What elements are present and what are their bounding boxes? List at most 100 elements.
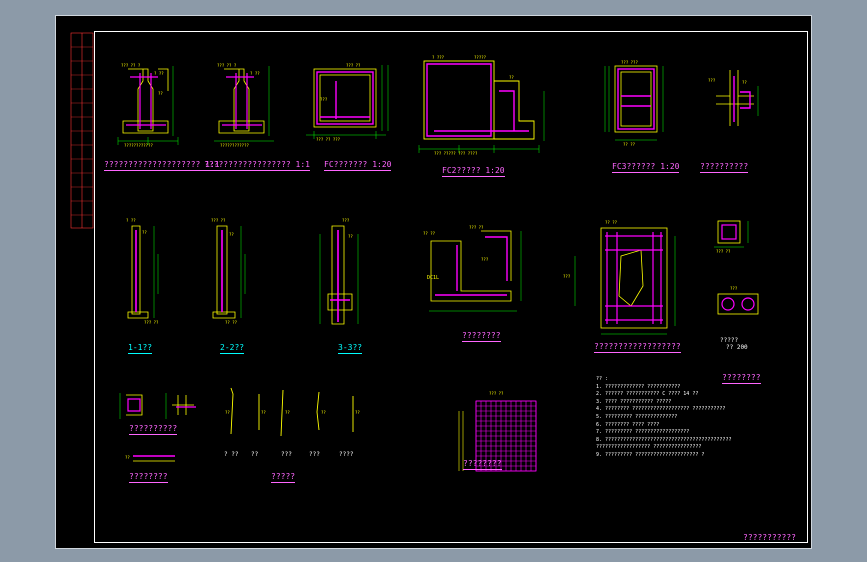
svg-text:??? ??: ??? ?? — [144, 320, 159, 325]
svg-text:???: ??? — [563, 274, 571, 279]
label-fc2-scale: 1:20 — [485, 166, 505, 175]
label-dc1l: ???????? — [462, 331, 501, 342]
label-mesh: ???????? — [463, 459, 502, 470]
note-line: 6. ???????? ???? ???? — [596, 421, 660, 428]
svg-text:???: ??? — [481, 257, 489, 262]
svg-text:? ??: ? ?? — [250, 71, 260, 76]
svg-text:???: ??? — [320, 97, 328, 102]
label-fc1-scale: 1:20 — [372, 160, 392, 169]
svg-text:? ??: ? ?? — [154, 71, 164, 76]
view-elevation-2: ??? ???? ?? ?? — [211, 218, 246, 325]
label-fc2-text: FC2????? — [442, 166, 481, 175]
svg-text:??: ?? — [229, 232, 234, 237]
label-section-1-text: ???????????????????? — [104, 160, 201, 169]
rebar-tag: ??? — [309, 451, 320, 458]
drawing-sheet: ??? ?? ?? ?? ?????????????? ??? ?? ?? ??… — [55, 15, 812, 549]
notes-block: ?? : 1. ????????????? ??????????? 2. ????… — [596, 376, 731, 460]
notes-heading: ?? : — [596, 376, 609, 382]
label-bar-detail: ???????? — [129, 472, 168, 483]
view-rebar-shapes: ?????? ???? — [225, 387, 360, 437]
svg-text:??: ?? — [261, 410, 266, 415]
label-fc3: FC3?????? 1:20 — [612, 162, 680, 173]
svg-text:??: ?? — [125, 455, 130, 460]
label-angle-detail: ?????????? — [129, 424, 178, 435]
label-circle-sub2: ?? 200 — [726, 344, 748, 351]
svg-text:?? ??: ?? ?? — [605, 220, 618, 225]
view-elevation-3: ????? — [319, 218, 359, 325]
svg-text:?????: ????? — [474, 55, 487, 60]
note-line: 9. ????????? ????????????????????? ? — [596, 451, 705, 458]
view-angle-details — [119, 393, 196, 419]
svg-text:??? ??: ??? ?? — [489, 391, 504, 396]
svg-text:? ??: ? ?? — [126, 218, 136, 223]
label-elevation-2: 2-2?? — [220, 343, 245, 354]
label-elevation-1: 1-1?? — [128, 343, 153, 354]
label-elevation-3: 3-3?? — [338, 343, 363, 354]
svg-text:??? ??: ??? ?? — [346, 63, 361, 68]
svg-text:??: ?? — [321, 410, 326, 415]
svg-text:?? ??: ?? ?? — [225, 320, 238, 325]
cad-drawing: ??? ?? ?? ?? ?????????????? ??? ?? ?? ??… — [117, 55, 759, 472]
svg-text:??? ???: ??? ??? — [621, 60, 638, 65]
svg-text:??: ?? — [509, 75, 514, 80]
svg-text:??? ??: ??? ?? — [716, 249, 731, 254]
svg-text:??? ??: ??? ?? — [211, 218, 226, 223]
dc1l-label: DC1L — [427, 275, 439, 281]
label-section-2: ?????????????????? 1:1 — [204, 160, 310, 171]
view-plan-large: ?? ????? — [563, 220, 676, 335]
label-small-detail: ?????????? — [700, 162, 749, 173]
svg-text:???: ??? — [730, 286, 738, 291]
label-fc1: FC??????? 1:20 — [324, 160, 392, 171]
svg-text:? ???: ? ??? — [432, 55, 445, 60]
svg-text:??: ?? — [285, 410, 290, 415]
svg-text:??? ?? ?: ??? ?? ? — [217, 63, 237, 68]
label-rebar-shapes: ????? — [271, 472, 296, 483]
label-section-2-scale: 1:1 — [295, 160, 310, 169]
svg-text:??: ?? — [348, 234, 353, 239]
svg-text:???: ??? — [342, 218, 350, 223]
svg-text:??: ?? — [142, 230, 147, 235]
svg-text:????????????: ???????????? — [220, 143, 249, 148]
note-line: 3. ???? ??????????? ????? — [596, 398, 672, 405]
note-line: 2. ?????? ??????????? C ???? 14 ?? — [596, 391, 699, 398]
label-fc2: FC2????? 1:20 — [442, 166, 505, 177]
view-fc3: ??? ??? ?? ?? — [604, 60, 664, 147]
view-fc1: ??? ????? ??? ?? ??? — [306, 63, 389, 142]
label-plan-large: ?????????????????? — [594, 342, 681, 353]
label-fc1-text: FC??????? — [324, 160, 368, 169]
svg-text:??: ?? — [742, 80, 747, 85]
view-bar-detail: ?? — [125, 455, 175, 462]
svg-text:??: ?? — [225, 410, 230, 415]
note-line: 8. ?????????????????????????????????????… — [596, 436, 732, 443]
svg-text:?? ??: ?? ?? — [423, 231, 436, 236]
view-fc2: ? ???????? ?? ??? ????? ??? ???? — [418, 55, 545, 156]
svg-text:??? ??: ??? ?? — [469, 225, 484, 230]
view-elevation-1: ? ???? ??? ?? — [126, 218, 159, 325]
note-line: 4. ???????? ??????????????????? ????????… — [596, 406, 726, 413]
label-section-1: ???????????????????? 1:1 — [104, 160, 220, 171]
view-section-2: ??? ?? ? ? ?????????????? — [214, 63, 274, 148]
svg-text:??? ?? ?: ??? ?? ? — [121, 63, 141, 68]
rebar-tag: ? ?? — [224, 451, 239, 458]
rebar-tag: ???? — [339, 451, 354, 458]
note-line: 5. ????????? ?????????????? — [596, 413, 678, 420]
view-detail-small: ????? — [708, 70, 759, 126]
view-section-1: ??? ?? ? ? ?? ?????????????? — [117, 63, 179, 148]
svg-text:????????????: ???????????? — [124, 143, 153, 148]
sheet-title: ??????????? — [743, 533, 796, 542]
svg-text:??: ?? — [355, 410, 360, 415]
rebar-tag: ??? — [281, 451, 292, 458]
view-dc1l: ?? ?? ??? ????? DC1L — [423, 225, 522, 312]
svg-text:??: ?? — [158, 91, 163, 96]
svg-text:???: ??? — [708, 78, 716, 83]
label-section-2-text: ?????????????????? — [204, 160, 291, 169]
view-circle-detail: ??? — [717, 286, 759, 315]
label-fc3-scale: 1:20 — [660, 162, 680, 171]
view-square-detail: ??? ?? — [714, 220, 749, 254]
svg-text:??? ?? ???: ??? ?? ??? — [316, 137, 341, 142]
rebar-tag: ?? — [251, 451, 259, 458]
svg-text:?? ??: ?? ?? — [623, 142, 636, 147]
svg-text:??? ????? ??? ????: ??? ????? ??? ???? — [434, 151, 478, 156]
note-line: ?????????????????? ???????????????? — [596, 444, 702, 451]
label-fc3-text: FC3?????? — [612, 162, 656, 171]
